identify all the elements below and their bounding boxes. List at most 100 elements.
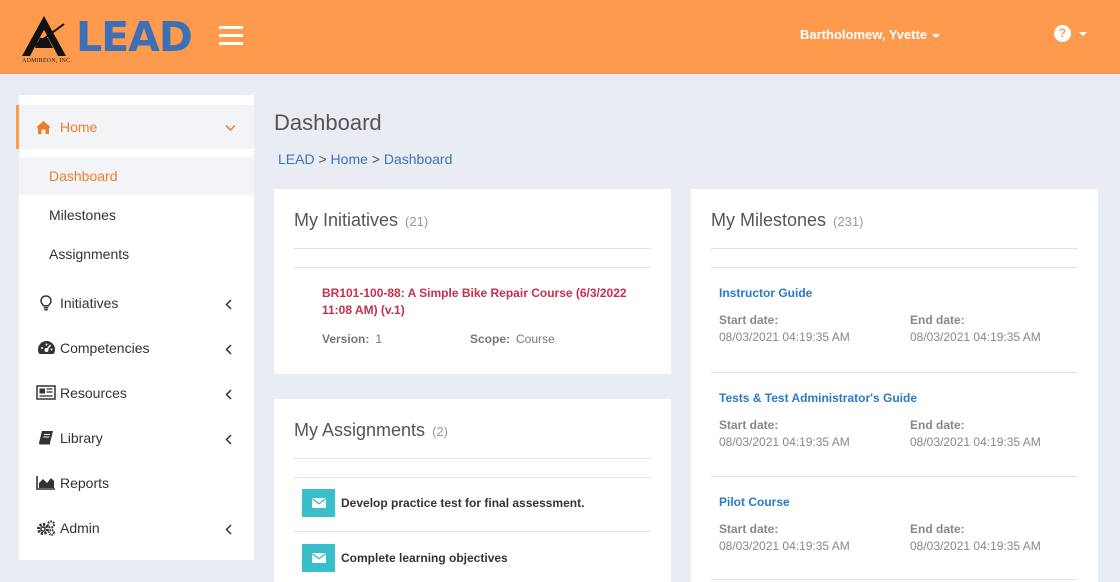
version-label: Version:: [322, 332, 370, 346]
logo-text: LEAD: [76, 13, 193, 61]
card-title: My Milestones (231): [711, 210, 863, 231]
sidebar-item-library[interactable]: Library: [19, 415, 254, 460]
end-date-label: End date:: [910, 313, 965, 327]
sidebar-item-label: Home: [60, 119, 98, 135]
sidebar-item-label: Initiatives: [60, 294, 119, 311]
breadcrumb: LEAD > Home > Dashboard: [278, 151, 452, 167]
breadcrumb-separator: >: [367, 151, 384, 167]
milestones-title: My Milestones: [711, 210, 827, 230]
chevron-left-icon: [225, 432, 232, 450]
hamburger-bar: [219, 34, 243, 37]
assignment-item[interactable]: Develop practice test for final assessme…: [302, 488, 652, 518]
initiatives-title: My Initiatives: [294, 210, 399, 230]
initiatives-count: (21): [405, 214, 429, 229]
logo[interactable]: ADMIREON, INC. LEAD: [20, 14, 200, 66]
end-date-label: End date:: [910, 522, 965, 536]
end-date-value: 08/03/2021 04:19:35 AM: [910, 330, 1041, 344]
assignments-title: My Assignments: [294, 420, 426, 440]
help-icon: ?: [1054, 25, 1071, 43]
home-submenu: Dashboard Milestones Assignments: [19, 157, 254, 274]
start-date-value: 08/03/2021 04:19:35 AM: [719, 539, 850, 553]
start-date-value: 08/03/2021 04:19:35 AM: [719, 330, 850, 344]
start-date-label: Start date:: [719, 418, 779, 432]
chevron-left-icon: [225, 297, 232, 315]
assignment-text: Complete learning objectives: [341, 551, 508, 565]
breadcrumb-link-lead[interactable]: LEAD: [278, 151, 315, 167]
sidebar-item-label: Competencies: [60, 339, 150, 356]
chevron-down-icon: [225, 119, 236, 137]
breadcrumb-link-home[interactable]: Home: [331, 151, 368, 167]
hamburger-menu-button[interactable]: [219, 26, 245, 48]
sidebar-item-initiatives[interactable]: Initiatives: [19, 280, 254, 325]
top-header: ADMIREON, INC. LEAD Bartholomew, Yvette …: [0, 0, 1120, 74]
assignment-item[interactable]: Complete learning objectives: [302, 543, 652, 573]
breadcrumb-separator: >: [314, 151, 331, 167]
sidebar-item-admin[interactable]: Admin: [19, 505, 254, 550]
chevron-left-icon: [225, 342, 232, 360]
divider: [711, 579, 1078, 580]
sidebar-item-resources[interactable]: Resources: [19, 370, 254, 415]
divider: [711, 476, 1078, 477]
divider: [711, 267, 1078, 268]
milestone-link[interactable]: Pilot Course: [719, 495, 790, 509]
end-date-label: End date:: [910, 418, 965, 432]
user-menu-dropdown[interactable]: Bartholomew, Yvette: [800, 27, 941, 42]
hamburger-bar: [219, 42, 243, 45]
sidebar-item-reports[interactable]: Reports: [19, 460, 254, 505]
lightbulb-icon: [35, 294, 57, 311]
chevron-left-icon: [225, 387, 232, 405]
sidebar-item-dashboard[interactable]: Dashboard: [19, 157, 254, 195]
initiative-scope: Scope: Course: [470, 330, 555, 348]
start-date-label: Start date:: [719, 313, 779, 327]
initiative-link[interactable]: BR101-100-88: A Simple Bike Repair Cours…: [322, 285, 642, 319]
admireon-logo-mark: [22, 16, 66, 56]
scope-label: Scope:: [470, 332, 511, 346]
initiatives-card: My Initiatives (21) BR101-100-88: A Simp…: [274, 189, 671, 374]
chevron-left-icon: [225, 522, 232, 540]
dashboard-gauge-icon: [35, 340, 57, 355]
page-title: Dashboard: [274, 110, 382, 135]
book-icon: [35, 430, 57, 445]
divider: [294, 267, 651, 268]
assignment-text: Develop practice test for final assessme…: [341, 496, 585, 510]
milestones-card: My Milestones (231) Instructor Guide Sta…: [691, 189, 1098, 582]
home-icon: [35, 120, 55, 135]
sidebar-item-home[interactable]: Home: [16, 105, 254, 149]
start-date-value: 08/03/2021 04:19:35 AM: [719, 435, 850, 449]
start-date-label: Start date:: [719, 522, 779, 536]
sidebar-item-competencies[interactable]: Competencies: [19, 325, 254, 370]
sidebar-item-label: Library: [60, 429, 103, 446]
milestones-count: (231): [833, 214, 864, 229]
envelope-icon: [302, 544, 335, 572]
divider: [294, 248, 651, 249]
caret-down-icon: [1079, 31, 1087, 36]
gears-icon: [35, 519, 57, 536]
assignments-count: (2): [432, 424, 448, 439]
newspaper-icon: [35, 385, 57, 400]
user-name: Bartholomew, Yvette: [800, 27, 928, 42]
milestone-link[interactable]: Tests & Test Administrator's Guide: [719, 391, 917, 405]
sidebar-item-milestones[interactable]: Milestones: [19, 196, 254, 234]
sidebar: Home Dashboard Milestones Assignments In…: [16, 95, 254, 560]
card-title: My Initiatives (21): [294, 210, 428, 231]
sidebar-item-label: Reports: [60, 474, 110, 491]
envelope-icon: [302, 489, 335, 517]
divider: [294, 458, 651, 459]
assignments-card: My Assignments (2) Develop practice test…: [274, 399, 671, 582]
sidebar-item-label: Resources: [60, 384, 127, 401]
help-menu-dropdown[interactable]: ?: [1054, 25, 1087, 43]
card-title: My Assignments (2): [294, 420, 448, 441]
hamburger-bar: [219, 26, 243, 29]
breadcrumb-current[interactable]: Dashboard: [384, 151, 453, 167]
divider: [711, 372, 1078, 373]
caret-down-icon: [932, 33, 941, 38]
initiative-version: Version: 1: [322, 330, 382, 348]
scope-value: Course: [516, 332, 555, 346]
logo-subtext: ADMIREON, INC.: [22, 58, 72, 64]
sidebar-item-assignments[interactable]: Assignments: [19, 235, 254, 273]
sidebar-item-label: Admin: [60, 519, 100, 536]
end-date-value: 08/03/2021 04:19:35 AM: [910, 539, 1041, 553]
milestone-link[interactable]: Instructor Guide: [719, 286, 812, 300]
area-chart-icon: [35, 475, 57, 490]
divider: [711, 248, 1078, 249]
